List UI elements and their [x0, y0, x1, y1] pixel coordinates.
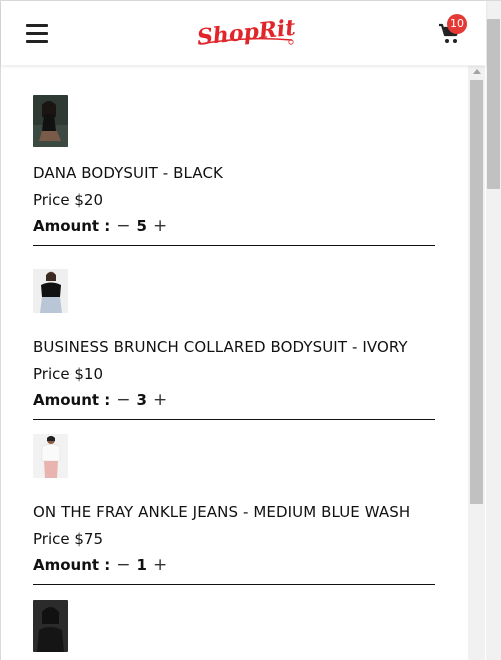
amount-label: Amount : [33, 391, 111, 409]
increase-button[interactable]: + [147, 556, 173, 574]
menu-icon[interactable] [26, 24, 48, 44]
product-image[interactable] [33, 95, 68, 147]
svg-text:ShopRite: ShopRite [196, 14, 296, 50]
shoprite-logo[interactable]: ShopRite [194, 14, 296, 50]
product-image[interactable] [33, 269, 68, 313]
product-name: BUSINESS BRUNCH COLLARED BODYSUIT - IVOR… [33, 338, 408, 356]
decrease-button[interactable]: − [110, 217, 136, 235]
quantity-value: 3 [136, 391, 147, 409]
product-price: Price $20 [33, 191, 103, 209]
scroll-up-arrow-icon[interactable] [473, 69, 481, 74]
cart-scrollbar[interactable] [468, 66, 485, 660]
header-bar: ShopRite 10 [1, 1, 486, 65]
decrease-button[interactable]: − [110, 391, 136, 409]
decrease-button[interactable]: − [110, 556, 136, 574]
product-price: Price $10 [33, 365, 103, 383]
cart-item: ON THE FRAY ANKLE JEANS - MEDIUM BLUE WA… [33, 434, 435, 585]
cart-count-badge: 10 [447, 14, 467, 34]
product-image[interactable] [33, 434, 68, 478]
amount-row: Amount : −1 + [33, 556, 173, 574]
window-scrollbar-thumb[interactable] [487, 19, 500, 189]
cart-item: DANA BODYSUIT - BLACK Price $20 Amount : −5… [33, 95, 435, 246]
scrollbar-thumb[interactable] [470, 80, 483, 504]
product-name: DANA BODYSUIT - BLACK [33, 164, 223, 182]
increase-button[interactable]: + [147, 217, 173, 235]
quantity-value: 5 [136, 217, 147, 235]
amount-label: Amount : [33, 217, 111, 235]
window-scrollbar[interactable] [486, 1, 501, 660]
cart-item: BUSINESS BRUNCH COLLARED BODYSUIT - IVOR… [33, 269, 435, 420]
quantity-value: 1 [136, 556, 147, 574]
product-image[interactable] [33, 600, 68, 652]
amount-row: Amount : −5 + [33, 217, 173, 235]
amount-row: Amount : −3 + [33, 391, 173, 409]
increase-button[interactable]: + [147, 391, 173, 409]
product-price: Price $75 [33, 530, 103, 548]
amount-label: Amount : [33, 556, 111, 574]
product-name: ON THE FRAY ANKLE JEANS - MEDIUM BLUE WA… [33, 503, 411, 521]
